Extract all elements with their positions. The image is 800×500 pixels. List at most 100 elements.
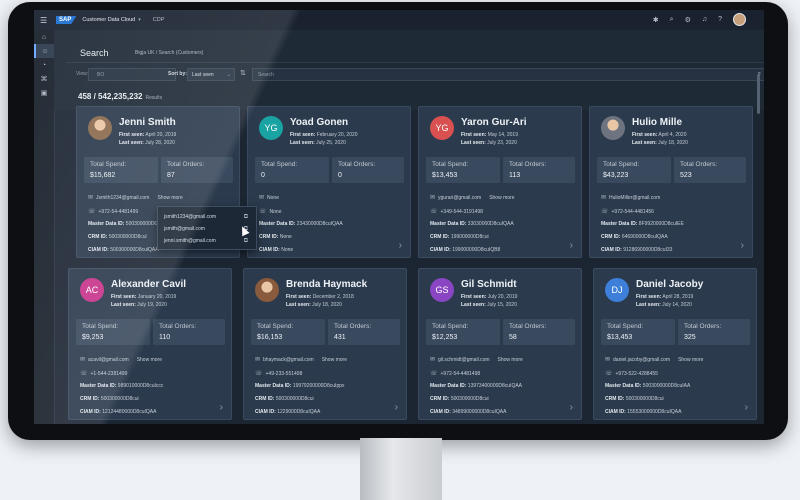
last-seen: Last seen: July 14, 2020 [636,302,692,308]
chevron-down-icon[interactable]: ▾ [138,17,141,23]
customer-card[interactable]: GS Gil Schmidt First seen: July 20, 2019… [418,268,582,420]
lightbulb-icon[interactable]: ✱ [653,16,659,24]
email-row: ✉ HulioMiller@gmail.com [601,195,661,201]
show-more-link[interactable]: Show more [678,357,703,363]
envelope-icon: ✉ [430,195,436,201]
popover-email[interactable]: jsmith1234@gmail.com ⧉ [164,214,252,220]
total-orders-tile: Total Orders: 325 [678,319,750,345]
crm-row: CRM ID: 500300000D8cui [430,396,489,402]
customer-initials: AC [80,278,104,302]
search-input[interactable]: Search ⌕ [252,68,764,81]
customer-name[interactable]: Brenda Haymack [286,279,367,290]
copy-icon[interactable]: ⧉ [244,238,248,245]
customer-name[interactable]: Hulio Mille [632,117,682,128]
ciam-row: CIAM ID: 1229000D8cuIQAA [255,409,321,415]
view-label: View: [76,71,89,77]
email-row: ✉ ygurari@gmail.com Show more [430,195,515,201]
analytics-icon[interactable]: ◔ [34,58,54,72]
customer-name[interactable]: Alexander Cavil [111,279,186,290]
master-data-row: Master Data ID: 8F9920000D8cuIEE [601,221,684,227]
phone-icon: ☏ [259,209,267,215]
breadcrumb[interactable]: Bigja UK / Search (Customers) [135,50,203,56]
crm-row: CRM ID: 500300000D8cul [88,234,147,240]
master-data-row: Master Data ID: 989010000D8cuIccc [80,383,164,389]
total-spend-tile: Total Spend: $13,453 [601,319,675,345]
customer-name[interactable]: Jenni Smith [119,117,176,128]
first-seen: First seen: February 20, 2020 [290,132,358,138]
scrollbar[interactable] [757,74,760,114]
customer-name[interactable]: Daniel Jacoby [636,279,703,290]
first-seen: First seen: May 14, 2019 [461,132,518,138]
master-data-row: Master Data ID: 13973400000D8cuIQAA [430,383,523,389]
show-more-link[interactable]: Show more [157,195,182,201]
envelope-icon: ✉ [255,357,261,363]
show-more-link[interactable]: Show more [498,357,523,363]
customer-card[interactable]: Hulio Mille First seen: April 4, 2020 La… [589,106,753,258]
customer-card[interactable]: Brenda Haymack First seen: December 2, 2… [243,268,407,420]
total-orders-tile: Total Orders: 0 [332,157,404,183]
customer-photo [255,278,279,302]
settings-icon[interactable]: ⚙ [685,16,691,24]
chevron-right-icon[interactable]: › [399,240,402,251]
sort-select[interactable]: Last seen ⌄ [187,68,235,81]
customer-name[interactable]: Yoad Gonen [290,117,348,128]
app-title[interactable]: Customer Data Cloud [82,17,135,23]
customer-initials: DJ [605,278,629,302]
customer-photo [601,116,625,140]
master-data-row: Master Data ID: 5003000000D8cuIAA [605,383,691,389]
first-seen: First seen: April 20, 2019 [119,132,177,138]
customer-card[interactable]: YG Yaron Gur-Ari First seen: May 14, 201… [418,106,582,258]
first-seen: First seen: April 4, 2020 [632,132,687,138]
home-icon[interactable]: ⌂ [34,30,54,44]
email-row: ✉ bhaymack@gmail.com Show more [255,357,347,363]
menu-icon[interactable]: ☰ [40,16,50,25]
master-data-row: Master Data ID: 19979200000D8cuIppx [255,383,345,389]
user-icon[interactable]: ☺ [34,44,54,58]
show-more-link[interactable]: Show more [489,195,514,201]
customer-card[interactable]: DJ Daniel Jacoby First seen: April 28, 2… [593,268,757,420]
phone-icon: ☏ [255,371,263,377]
chevron-right-icon[interactable]: › [745,402,748,413]
ciam-row: CIAM ID: None [259,247,294,253]
connections-icon[interactable]: ⌘ [34,72,54,86]
total-spend-tile: Total Spend: $9,253 [76,319,150,345]
customer-card[interactable]: AC Alexander Cavil First seen: January 2… [68,268,232,420]
shell-bar: ☰ SAP Customer Data Cloud ▾ CDP ✱ ⌕ ⚙ ♫ … [34,10,764,31]
customer-initials: GS [430,278,454,302]
phone-icon: ☏ [430,371,438,377]
side-navigation: ⌂ ☺ ◔ ⌘ ▣ [34,30,55,424]
phone-icon: ☏ [88,209,96,215]
chevron-right-icon[interactable]: › [570,402,573,413]
phone-icon: ☏ [80,371,88,377]
chevron-right-icon[interactable]: › [395,402,398,413]
show-more-link[interactable]: Show more [322,357,347,363]
notification-icon[interactable]: ♫ [702,16,707,23]
customer-name[interactable]: Gil Schmidt [461,279,517,290]
chevron-right-icon[interactable]: › [570,240,573,251]
chevron-right-icon[interactable]: › [741,240,744,251]
chevron-right-icon[interactable]: › [220,402,223,413]
last-seen: Last seen: July 15, 2020 [461,302,517,308]
phone-icon: ☏ [605,371,613,377]
sap-logo: SAP [56,16,77,24]
customer-name[interactable]: Yaron Gur-Ari [461,117,527,128]
copy-icon[interactable]: ⧉ [244,214,248,221]
customer-card[interactable]: YG Yoad Gonen First seen: February 20, 2… [247,106,411,258]
segments-icon[interactable]: ▣ [34,86,54,100]
help-icon[interactable]: ? [718,16,722,23]
ciam-row: CIAM ID: 34899000000D8cuIQAA [430,409,507,415]
sort-order-icon[interactable]: ⇅ [240,69,246,77]
show-more-link[interactable]: Show more [137,357,162,363]
phone-row: ☏ +972-544-4481456 [601,209,654,215]
user-avatar[interactable] [733,13,746,26]
search-icon[interactable]: ⌕ [670,16,674,24]
envelope-icon: ✉ [601,195,607,201]
master-data-row: Master Data ID: 23430000D8cuIQAA [259,221,343,227]
phone-row: ☏ +973-522-4288455 [605,371,658,377]
sort-label: Sort by: [168,71,187,77]
popover-email[interactable]: jenni.smith@gmail.com ⧉ [164,238,252,244]
view-select[interactable]: BO [88,68,176,81]
ciam-row: CIAM ID: 500300000D8culQAA [88,247,159,253]
email-row: ✉ None [259,195,279,201]
customer-initials: YG [430,116,454,140]
